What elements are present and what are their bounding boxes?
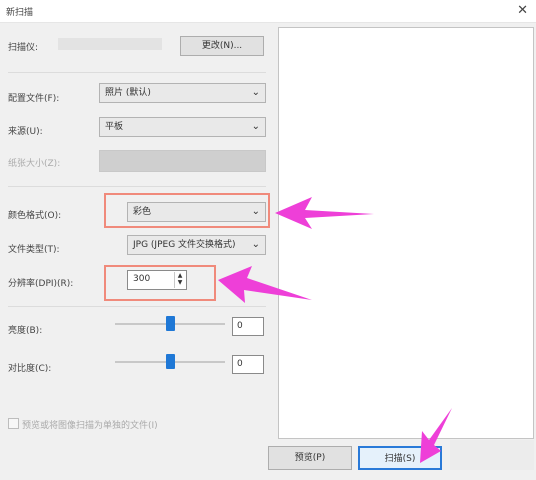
color-format-select[interactable]: 彩色 ⌄: [127, 202, 266, 222]
profile-select[interactable]: 照片 (默认) ⌄: [99, 83, 266, 103]
spin-up-icon[interactable]: ▲: [175, 272, 185, 279]
file-type-select[interactable]: JPG (JPEG 文件交换格式) ⌄: [127, 235, 266, 255]
chevron-down-icon: ⌄: [251, 206, 260, 217]
file-type-label: 文件类型(T):: [8, 245, 60, 255]
contrast-label: 对比度(C):: [8, 364, 52, 374]
cancel-button-blurred[interactable]: [450, 440, 534, 470]
spin-arrows[interactable]: ▲ ▼: [174, 272, 185, 288]
resolution-spinbox[interactable]: 300 ▲ ▼: [127, 270, 187, 290]
file-type-value: JPG (JPEG 文件交换格式): [133, 240, 236, 250]
resolution-value: 300: [133, 274, 151, 284]
profile-value: 照片 (默认): [105, 88, 151, 98]
brightness-slider-thumb[interactable]: [166, 316, 175, 331]
brightness-label: 亮度(B):: [8, 326, 43, 336]
brightness-value[interactable]: 0: [232, 317, 264, 336]
source-label: 来源(U):: [8, 127, 43, 137]
title-bar: 新扫描 ✕: [0, 0, 536, 23]
paper-size-select: [99, 150, 266, 172]
divider: [8, 186, 266, 187]
profile-label: 配置文件(F):: [8, 94, 60, 104]
separate-files-checkbox[interactable]: [8, 418, 19, 429]
spin-down-icon[interactable]: ▼: [175, 279, 185, 286]
separate-files-label: 预览或将图像扫描为单独的文件(I): [22, 421, 158, 431]
scanner-label: 扫描仪:: [8, 43, 39, 53]
preview-button[interactable]: 预览(P): [268, 446, 352, 470]
scanner-name-blurred: [58, 38, 162, 50]
color-format-value: 彩色: [133, 207, 152, 217]
contrast-slider-thumb[interactable]: [166, 354, 175, 369]
chevron-down-icon: ⌄: [251, 121, 260, 132]
close-icon[interactable]: ✕: [517, 3, 528, 18]
preview-pane: [278, 27, 534, 439]
source-value: 平板: [105, 122, 124, 132]
chevron-down-icon: ⌄: [251, 87, 260, 98]
scan-button[interactable]: 扫描(S): [358, 446, 442, 470]
chevron-down-icon: ⌄: [249, 236, 260, 254]
divider: [8, 72, 266, 73]
color-format-label: 颜色格式(O):: [8, 211, 62, 221]
change-scanner-button[interactable]: 更改(N)...: [180, 36, 264, 56]
window-title: 新扫描: [6, 8, 34, 18]
divider: [8, 306, 266, 307]
paper-size-label: 纸张大小(Z):: [8, 159, 61, 169]
source-select[interactable]: 平板 ⌄: [99, 117, 266, 137]
contrast-value[interactable]: 0: [232, 355, 264, 374]
resolution-label: 分辨率(DPI)(R):: [8, 279, 74, 289]
